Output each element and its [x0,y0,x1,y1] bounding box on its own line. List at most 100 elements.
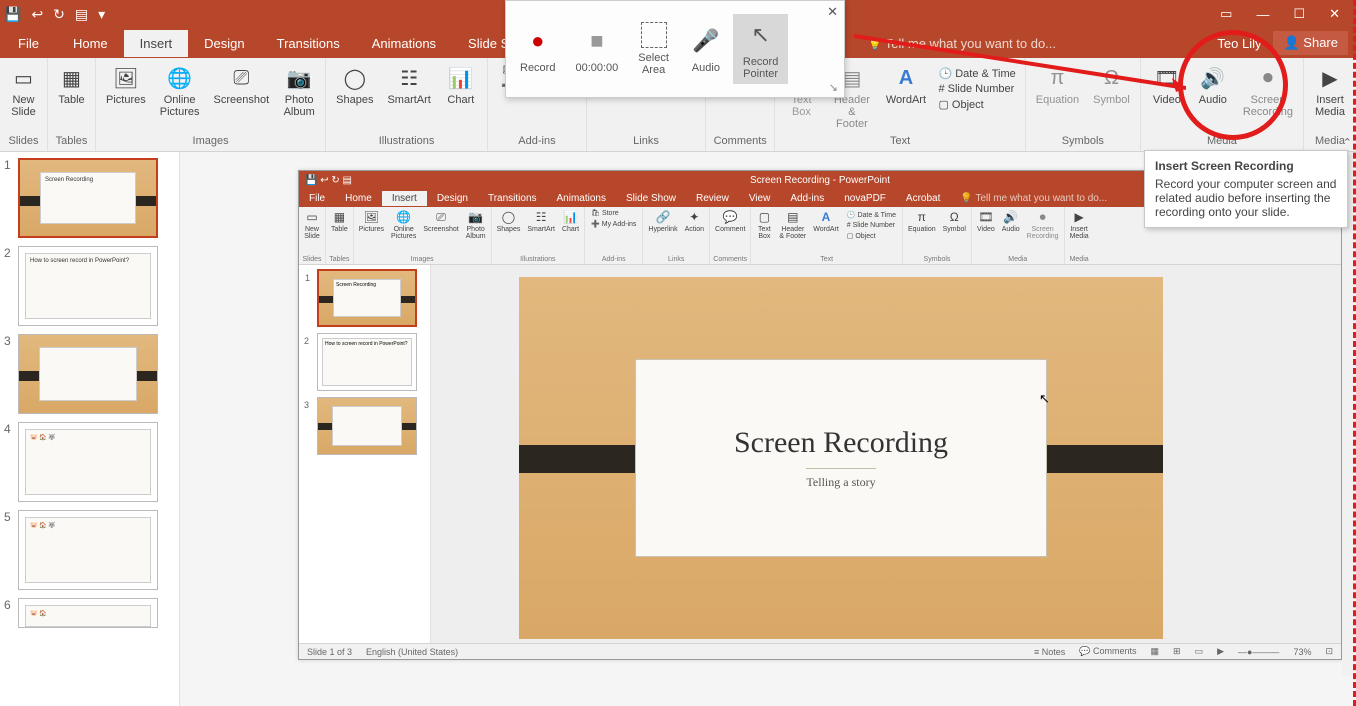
shapes-button[interactable]: ◯Shapes [332,62,377,108]
inner-comment-button[interactable]: 💬Comment [713,208,747,234]
inner-tab-novapdf[interactable]: novaPDF [834,191,896,206]
screenshot-button[interactable]: ⎚Screenshot [210,62,274,108]
start-from-beginning-icon[interactable]: ▤ [75,6,88,23]
inner-tab-addins[interactable]: Add-ins [780,191,834,206]
slide-thumbnail-6[interactable]: 🐷 🏠 [18,598,158,628]
inner-wordart-button[interactable]: AWordArt [811,208,841,241]
inner-slide-number-button[interactable]: # Slide Number [844,221,898,230]
inner-tab-animations[interactable]: Animations [547,191,616,206]
inner-notes-button[interactable]: ≡ Notes [1034,647,1065,657]
slide-number-button[interactable]: # Slide Number [935,82,1017,96]
inner-my-addins-button[interactable]: ➕ My Add-ins [588,219,639,229]
new-slide-button[interactable]: ▭New Slide [4,62,44,120]
minimize-icon[interactable]: — [1250,5,1275,24]
ribbon-display-icon[interactable]: ▭ [1214,4,1238,24]
record-pointer-button[interactable]: ↖Record Pointer [733,14,788,84]
tab-home[interactable]: Home [57,30,124,57]
slide-thumbnail-2[interactable]: How to screen record in PowerPoint? [18,246,158,326]
table-button[interactable]: ▦Table [52,62,92,108]
inner-thumb-3[interactable]: 3 [317,397,417,455]
inner-date-time-button[interactable]: 🕒 Date & Time [844,210,899,220]
smartart-button[interactable]: ☷SmartArt [383,62,434,108]
inner-tab-file[interactable]: File [299,191,335,206]
tell-me-search[interactable]: Tell me what you want to do... [868,36,1056,51]
inner-tellme[interactable]: 💡 Tell me what you want to do... [950,191,1117,206]
inner-thumb-2[interactable]: 2How to screen record in PowerPoint? [317,333,417,391]
date-time-button[interactable]: 🕒 Date & Time [935,66,1018,81]
symbol-button[interactable]: ΩSymbol [1089,62,1134,108]
inner-shapes-button[interactable]: ◯Shapes [495,208,523,234]
inner-table-button[interactable]: ▦Table [329,208,350,234]
inner-store-button[interactable]: 🛍 Store [588,208,622,218]
inner-smartart-button[interactable]: ☷SmartArt [525,208,557,234]
undo-icon[interactable]: ↩ [31,6,43,23]
inner-pictures-button[interactable]: 🖼Pictures [357,208,386,241]
inner-screenshot-button[interactable]: ⎚Screenshot [421,208,460,241]
inner-fit-icon[interactable]: ⊡ [1325,646,1333,657]
video-button[interactable]: 🎞Video [1147,62,1187,108]
close-icon[interactable]: ✕ [1323,4,1346,24]
inner-comments-button[interactable]: 💬 Comments [1079,646,1136,657]
inner-screen-recording-button[interactable]: ⏺Screen Recording [1025,208,1061,241]
chart-button[interactable]: 📊Chart [441,62,481,108]
inner-tab-review[interactable]: Review [686,191,739,206]
inner-tab-home[interactable]: Home [335,191,382,206]
slide-thumbnail-1[interactable]: Screen Recording [18,158,158,238]
inner-equation-button[interactable]: πEquation [906,208,938,234]
inner-header-footer-button[interactable]: ▤Header & Footer [777,208,808,241]
inner-action-button[interactable]: ✦Action [683,208,706,234]
inner-view-normal-icon[interactable]: ▦ [1151,646,1160,657]
inner-online-pictures-button[interactable]: 🌐Online Pictures [389,208,418,241]
inner-view-slideshow-icon[interactable]: ▶ [1217,646,1224,657]
record-audio-button[interactable]: 🎤Audio [679,20,733,78]
inner-thumb-1[interactable]: 1Screen Recording [317,269,417,327]
record-button[interactable]: ●Record [510,20,565,78]
share-button[interactable]: 👤 Share [1273,31,1348,55]
panel-pin-icon[interactable]: ↘ [829,81,838,94]
inner-tab-view[interactable]: View [739,191,781,206]
maximize-icon[interactable]: ☐ [1287,4,1311,24]
user-name[interactable]: Teo Lily [1217,36,1261,51]
screen-recording-button[interactable]: ⏺Screen Recording [1239,62,1297,120]
slide-thumbnail-5[interactable]: 🐷 🏠 🐺 [18,510,158,590]
inner-object-button[interactable]: ▢ Object [844,231,879,241]
inner-audio-button[interactable]: 🔊Audio [1000,208,1022,241]
tab-animations[interactable]: Animations [356,30,452,57]
tab-transitions[interactable]: Transitions [261,30,356,57]
inner-view-reading-icon[interactable]: ▭ [1195,646,1204,657]
inner-tab-slideshow[interactable]: Slide Show [616,191,686,206]
inner-tab-insert[interactable]: Insert [382,191,427,206]
collapse-ribbon-icon[interactable]: ⌃ [1343,136,1352,149]
inner-tab-acrobat[interactable]: Acrobat [896,191,950,206]
inner-new-slide-button[interactable]: ▭New Slide [302,208,322,241]
inner-tab-design[interactable]: Design [427,191,478,206]
pictures-button[interactable]: 🖼Pictures [102,62,150,108]
inner-tab-transitions[interactable]: Transitions [478,191,547,206]
inner-zoom-slider[interactable]: —●——— [1238,647,1279,657]
inner-view-sorter-icon[interactable]: ⊞ [1173,646,1181,657]
tab-design[interactable]: Design [188,30,260,57]
inner-insert-media-button[interactable]: ▶Insert Media [1068,208,1091,241]
redo-icon[interactable]: ↻ [53,6,65,23]
inner-video-button[interactable]: 🎞Video [975,208,997,241]
inner-canvas[interactable]: Screen Recording Telling a story ↖ [431,265,1341,643]
inner-photo-album-button[interactable]: 📷Photo Album [464,208,488,241]
object-button[interactable]: ▢ Object [935,97,986,112]
photo-album-button[interactable]: 📷Photo Album [279,62,319,120]
panel-close-icon[interactable]: ✕ [827,4,838,20]
qat-more-icon[interactable]: ▾ [98,6,105,23]
select-area-button[interactable]: Select Area [628,18,679,80]
wordart-button[interactable]: AWordArt [882,62,929,108]
inner-chart-button[interactable]: 📊Chart [560,208,581,234]
equation-button[interactable]: πEquation [1032,62,1083,108]
insert-media-button[interactable]: ▶Insert Media [1310,62,1350,120]
slide-thumbnail-3[interactable] [18,334,158,414]
slide-thumbnail-4[interactable]: 🐷 🏠 🐺 [18,422,158,502]
inner-symbol-button[interactable]: ΩSymbol [941,208,968,234]
inner-text-box-button[interactable]: ▢Text Box [754,208,774,241]
tab-file[interactable]: File [0,30,57,57]
tab-insert[interactable]: Insert [124,30,189,57]
audio-button[interactable]: 🔊Audio [1193,62,1233,108]
vertical-scrollbar[interactable] [1342,152,1356,676]
online-pictures-button[interactable]: 🌐Online Pictures [156,62,204,120]
